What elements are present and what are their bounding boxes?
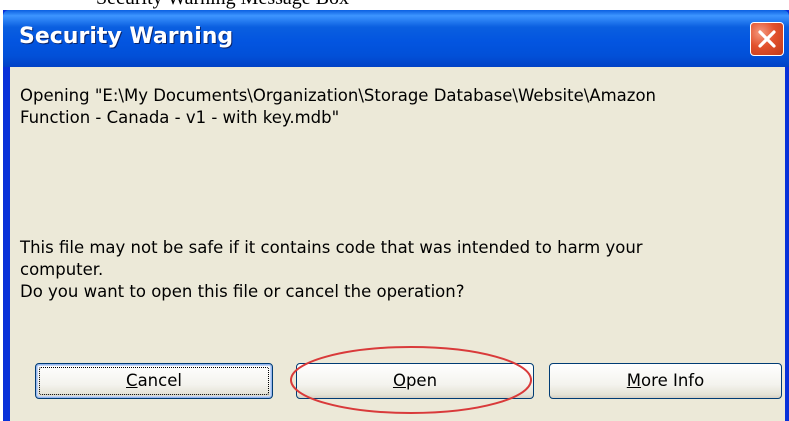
file-path-line-2: Function - Canada - v1 - with key.mdb" <box>20 108 340 127</box>
warning-message: This file may not be safe if it contains… <box>20 237 780 303</box>
caption-fragment: Security Warning Message Box <box>96 0 349 10</box>
file-path-message: Opening "E:\My Documents\Organization\St… <box>20 85 780 129</box>
close-button[interactable] <box>750 22 784 56</box>
more-info-button[interactable]: More Info <box>549 363 782 399</box>
more-info-button-label: More Info <box>626 371 705 390</box>
warning-line-2: computer. <box>20 260 104 279</box>
file-path-line-1: Opening "E:\My Documents\Organization\St… <box>20 86 656 105</box>
dialog-body: Opening "E:\My Documents\Organization\St… <box>10 67 785 421</box>
window-title: Security Warning <box>19 24 234 49</box>
warning-line-3: Do you want to open this file or cancel … <box>20 282 465 301</box>
title-bar[interactable]: Security Warning <box>3 10 789 67</box>
security-warning-dialog: Security Warning Opening "E:\My Document… <box>3 10 789 421</box>
close-icon <box>758 30 776 48</box>
warning-line-1: This file may not be safe if it contains… <box>20 238 643 257</box>
cancel-button[interactable]: Cancel <box>35 363 273 399</box>
cancel-button-label: Cancel <box>126 371 182 390</box>
caption-strip: Security Warning Message Box <box>0 0 789 10</box>
open-button[interactable]: Open <box>296 363 534 399</box>
open-button-label: Open <box>392 371 438 390</box>
